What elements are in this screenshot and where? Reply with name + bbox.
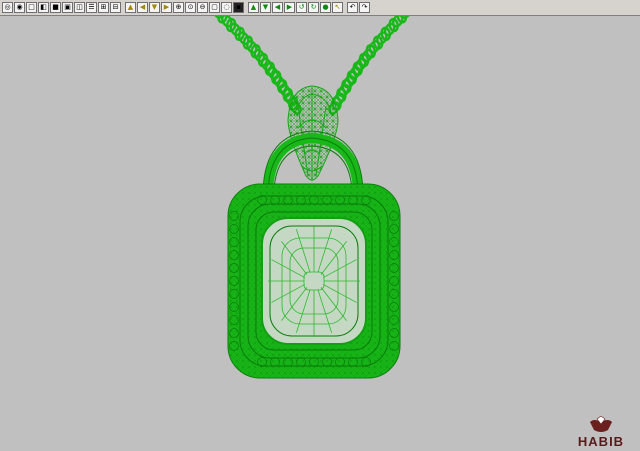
spin-left-green-icon[interactable]: ↺ — [296, 2, 307, 13]
zoom-box-icon[interactable]: ▢ — [209, 2, 220, 13]
hands-diamond-icon — [590, 415, 612, 432]
logo-text: HABIB — [577, 434, 625, 449]
zoom-out-icon[interactable]: ⊖ — [197, 2, 208, 13]
orbit-icon[interactable]: ◉ — [14, 2, 25, 13]
move-right-icon[interactable]: ▶ — [161, 2, 172, 13]
arrow-down-green-icon[interactable]: ▼ — [260, 2, 271, 13]
rotate-icon[interactable]: ◎ — [2, 2, 13, 13]
layout-rows-icon[interactable]: ☰ — [86, 2, 97, 13]
layout-grid-icon[interactable]: ⊞ — [98, 2, 109, 13]
move-up-icon[interactable]: ▲ — [125, 2, 136, 13]
frame-wireframe — [227, 183, 401, 379]
toolbar: ◎ ◉ □ ◧ ■ ▣ ◫ ☰ ⊞ ⊟ ▲ ◀ ▼ ▶ ⊕ ⊙ ⊖ ▢ ◌ ▪ ▲ ▼ ◀ ▶ ↺ ↻ ● ↖ ↶ ↷ — [0, 0, 640, 16]
move-down-icon[interactable]: ▼ — [149, 2, 160, 13]
arrow-right-green-icon[interactable]: ▶ — [284, 2, 295, 13]
select-cursor-icon[interactable]: ↖ — [332, 2, 343, 13]
zoom-window-icon[interactable]: ⊙ — [185, 2, 196, 13]
pendant-wireframe-model — [212, 16, 412, 379]
layout-cells-icon[interactable]: ⊟ — [110, 2, 121, 13]
view-split-icon[interactable]: ◫ — [74, 2, 85, 13]
undo-icon[interactable]: ↶ — [347, 2, 358, 13]
view-single-icon[interactable]: □ — [26, 2, 37, 13]
arrow-left-green-icon[interactable]: ◀ — [272, 2, 283, 13]
redo-icon[interactable]: ↷ — [359, 2, 370, 13]
zoom-in-icon[interactable]: ⊕ — [173, 2, 184, 13]
globe-icon[interactable]: ● — [320, 2, 331, 13]
3d-viewport[interactable] — [0, 16, 640, 451]
view-fill-icon[interactable]: ■ — [50, 2, 61, 13]
spin-right-green-icon[interactable]: ↻ — [308, 2, 319, 13]
zoom-extents-icon[interactable]: ◌ — [221, 2, 232, 13]
habib-logo: HABIB — [568, 415, 634, 449]
view-frame-icon[interactable]: ▣ — [62, 2, 73, 13]
camera-icon[interactable]: ▪ — [233, 2, 244, 13]
view-half-icon[interactable]: ◧ — [38, 2, 49, 13]
arrow-up-green-icon[interactable]: ▲ — [248, 2, 259, 13]
move-left-icon[interactable]: ◀ — [137, 2, 148, 13]
